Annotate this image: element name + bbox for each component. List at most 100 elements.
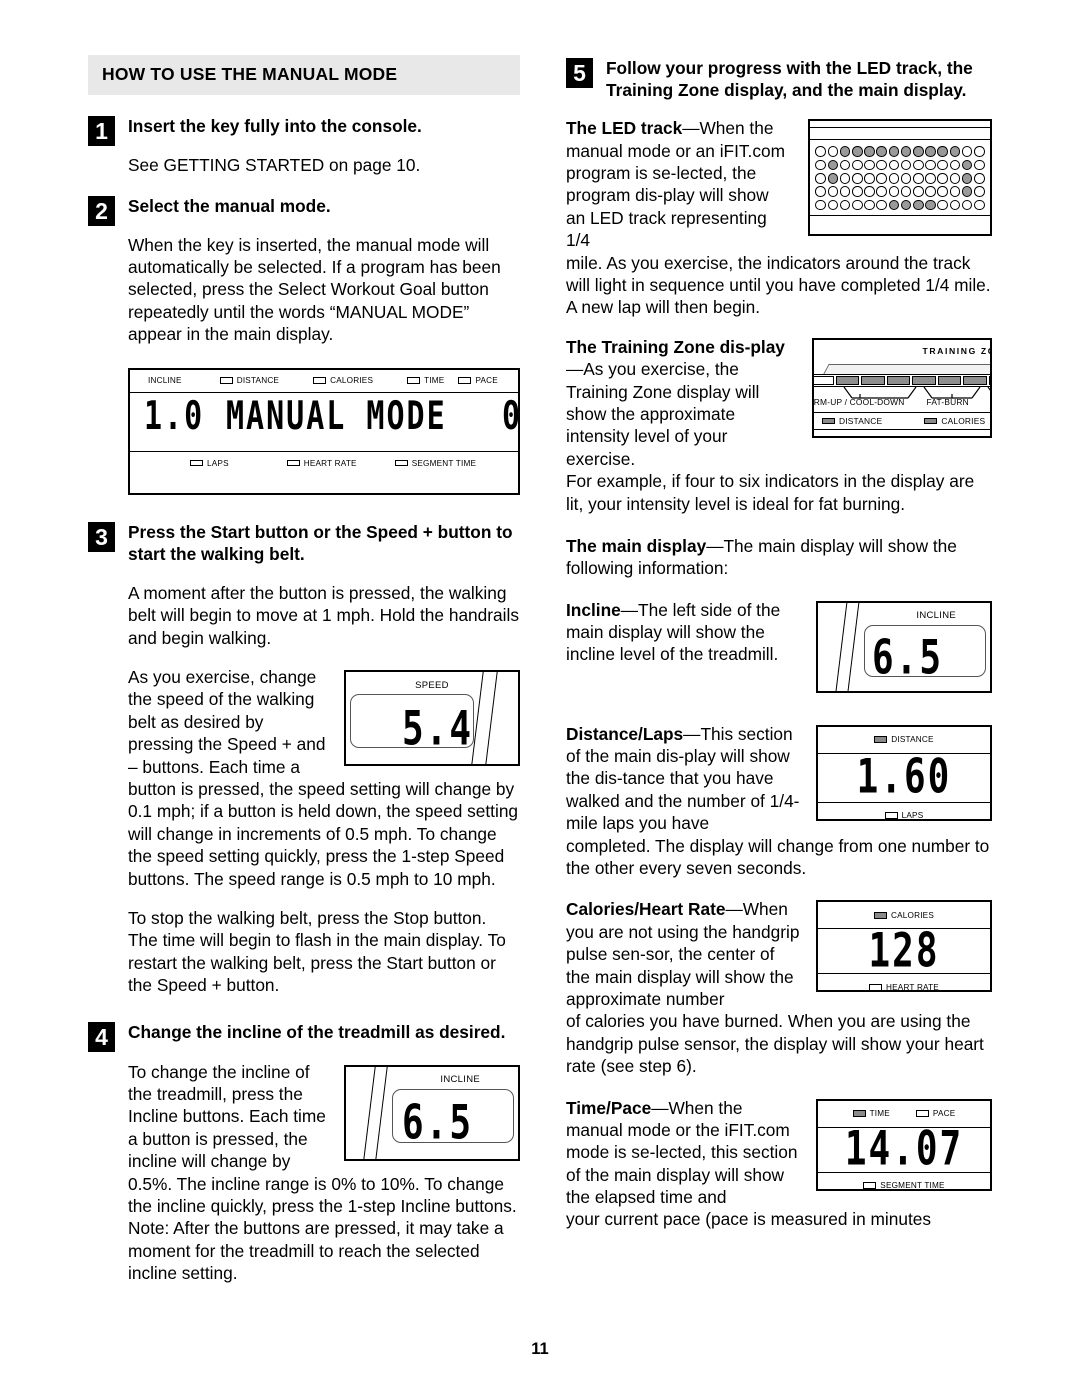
- led-dot: [974, 159, 985, 171]
- incline-block: INCLINE 6.5 Incline—The left side of the…: [566, 599, 992, 701]
- led-dot: [937, 199, 949, 211]
- incline-label: Incline: [566, 599, 621, 620]
- led-dot: [937, 159, 949, 171]
- main-display-incline-value: 1.0: [144, 392, 205, 440]
- led-track-bottom-strip: [810, 215, 990, 230]
- led-dot: [937, 146, 949, 157]
- led-dot: [864, 146, 875, 157]
- step-1: 1 Insert the key fully into the console.: [88, 115, 520, 146]
- led-dot: [827, 146, 839, 157]
- time-indicator-icon: [407, 377, 421, 384]
- time-pace-screen: 14.07: [818, 1122, 990, 1176]
- time-pace-dash: —: [651, 1097, 669, 1118]
- laps-indicator-icon: [190, 459, 203, 467]
- time-pace-block: TIME PACE 14.07 SEGMENT TIME Time/Pace—W…: [566, 1097, 992, 1209]
- distance-laps-block: DISTANCE 1.60 LAPS Distance/Laps—This se…: [566, 723, 992, 835]
- led-dot: [925, 199, 936, 211]
- led-dot: [974, 186, 985, 197]
- label-laps: LAPS: [190, 459, 229, 468]
- calories-caption-tag: CALORIES: [873, 911, 934, 920]
- section-heading: HOW TO USE THE MANUAL MODE: [88, 55, 520, 95]
- training-zone-text-wrap: As you exercise, the Training Zone displ…: [566, 359, 760, 469]
- incline-dash: —: [620, 599, 639, 620]
- distance-caption-tag: DISTANCE: [874, 735, 933, 744]
- training-zone-segment: [835, 375, 859, 385]
- distance-laps-display-graphic: DISTANCE 1.60 LAPS: [816, 724, 992, 821]
- led-track-dash: —: [682, 118, 700, 139]
- step-3: 3 Press the Start button or the Speed + …: [88, 521, 520, 565]
- tz-label-warmup: ARM-UP / COOL-DOWN: [812, 396, 905, 407]
- calories-heart-rate-dash: —: [725, 899, 743, 920]
- page-number: 11: [531, 1340, 549, 1358]
- led-dot: [864, 186, 875, 197]
- training-zone-dash: —: [566, 359, 584, 380]
- training-zone-graphic: TRAINING ZO ARM-UP / COOL-DOWN FAT-BURN …: [812, 337, 992, 438]
- led-dot: [839, 159, 851, 171]
- step-5-number: 5: [566, 58, 593, 88]
- segment-time-caption: SEGMENT TIME: [818, 1171, 990, 1189]
- calories-indicator-icon: [313, 377, 327, 384]
- calories-heart-rate-display-graphic: CALORIES 128 HEART RATE: [816, 900, 992, 993]
- step-5-title: Follow your progress with the LED track,…: [606, 58, 973, 101]
- led-dot: [888, 159, 900, 171]
- tz-tag-distance: DISTANCE: [822, 416, 882, 426]
- calories-caption: CALORIES: [818, 902, 990, 930]
- led-dot: [876, 172, 887, 184]
- led-dot: [974, 146, 985, 157]
- time-pace-caption: TIME PACE: [818, 1101, 990, 1128]
- speed-display-graphic: SPEED 5.4: [344, 670, 520, 767]
- calories-heart-rate-text-full: of calories you have burned. When you ar…: [566, 1011, 984, 1077]
- led-track-top-strip: [810, 127, 990, 141]
- main-display-graphic: INCLINE DISTANCE CALORIES TIME PACE SPEE…: [128, 367, 520, 495]
- led-dot: [961, 186, 973, 197]
- incline-right-caption: INCLINE: [916, 610, 956, 622]
- incline-display-graphic-left: INCLINE 6.5: [344, 1064, 520, 1161]
- led-dot: [864, 159, 875, 171]
- led-dot: [900, 172, 912, 184]
- led-dot: [815, 172, 826, 184]
- distance-laps-label: Distance/Laps: [566, 723, 684, 744]
- calories-heart-rate-screen: 128: [818, 924, 990, 978]
- calories-heart-rate-label: Calories/Heart Rate: [566, 899, 726, 920]
- manual-page: HOW TO USE THE MANUAL MODE 1 Insert the …: [0, 0, 1080, 1397]
- time-pace-value: 14.07: [844, 1122, 964, 1177]
- led-track-block: The LED track—When the manual mode or an…: [566, 117, 992, 251]
- distance-laps-dash: —: [683, 723, 701, 744]
- two-column-layout: HOW TO USE THE MANUAL MODE 1 Insert the …: [88, 55, 992, 1285]
- led-dot: [827, 159, 839, 171]
- time-pace-label: Time/Pace: [566, 1097, 652, 1118]
- label-time: TIME: [407, 376, 444, 385]
- led-dot: [913, 199, 924, 211]
- led-dot: [949, 172, 961, 184]
- led-dot: [864, 199, 875, 211]
- training-zone-block: TRAINING ZO ARM-UP / COOL-DOWN FAT-BURN …: [566, 336, 992, 470]
- training-zone-hood: [823, 363, 990, 374]
- led-dot: [961, 172, 973, 184]
- distance-indicator-icon-on: [874, 736, 888, 743]
- step-3-body-3: To stop the walking belt, press the Stop…: [128, 907, 506, 996]
- laps-caption-tag: LAPS: [884, 811, 924, 819]
- pace-indicator-icon-off: [915, 1110, 929, 1117]
- led-dot: [827, 199, 839, 211]
- time-pace-text-full: your current pace (pace is measured in m…: [566, 1209, 931, 1230]
- step-4-title: Change the incline of the treadmill as d…: [128, 1022, 506, 1043]
- led-dot: [876, 199, 887, 211]
- distance-laps-value: 1.60: [856, 750, 952, 805]
- tz-distance-indicator-icon: [822, 417, 835, 425]
- tz-label-fatburn: FAT-BURN: [926, 396, 969, 407]
- time-caption-tag: TIME: [852, 1109, 890, 1118]
- led-dot: [815, 146, 826, 157]
- step-1-body: See GETTING STARTED on page 10.: [128, 155, 421, 176]
- led-track-dot-grid: [810, 140, 990, 215]
- calories-indicator-icon-on: [873, 912, 887, 919]
- step-3-number: 3: [88, 521, 115, 552]
- heart-rate-indicator-icon-off: [869, 984, 883, 991]
- training-zone-text-full: For example, if four to six indicators i…: [566, 471, 975, 514]
- led-track-text-full: mile. As you exercise, the indicators ar…: [566, 252, 991, 318]
- training-zone-segment: [988, 375, 990, 385]
- pace-caption-tag: PACE: [915, 1109, 956, 1118]
- led-dot: [961, 146, 973, 157]
- main-display-intro-dash: —: [706, 535, 724, 556]
- led-dot: [949, 159, 961, 171]
- calories-heart-rate-value: 128: [868, 924, 940, 979]
